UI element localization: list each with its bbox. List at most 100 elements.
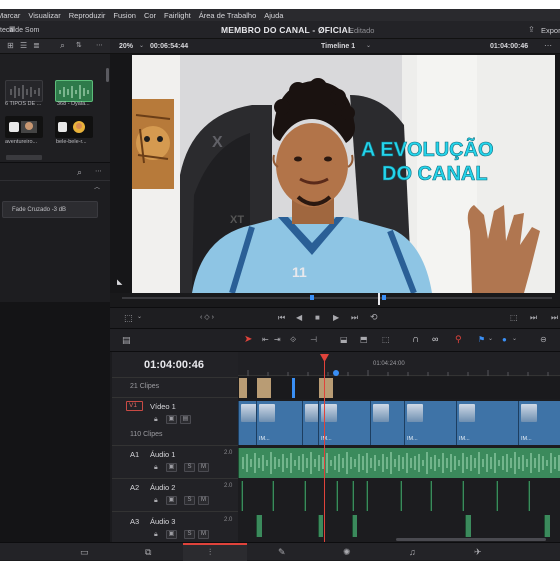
prev-edit-icon[interactable]: ⏭ [530, 314, 537, 322]
menu-item-reproduzir[interactable]: Reproduzir [69, 11, 106, 20]
overwrite-clip-icon[interactable]: ⬒ [360, 336, 368, 344]
track-name-a3[interactable]: Áudio 3 [150, 517, 175, 526]
selection-tool-icon[interactable]: ➤ [244, 335, 252, 345]
in-point-marker[interactable] [310, 295, 314, 300]
list-view-icon[interactable]: ☰ [20, 42, 27, 50]
timeline-tracks[interactable]: 01:04:24:00 [238, 352, 560, 542]
chevron-down-icon[interactable]: ⌄ [488, 336, 493, 342]
track-id-a1[interactable]: A1 [130, 450, 139, 459]
viewer-toggle-icon[interactable]: ◣ [117, 279, 122, 286]
timeline-view-options-icon[interactable]: ▤ [122, 336, 131, 345]
blade-icon[interactable]: ⊣ [310, 336, 317, 344]
lock-icon[interactable]: 🔒︎ [154, 416, 158, 423]
search-icon[interactable]: ⌕ [77, 168, 82, 177]
dynamic-trim-icon[interactable]: ⇥ [274, 336, 281, 344]
sound-library-label[interactable]: teca de Som [0, 27, 39, 34]
grid-view-icon[interactable]: ⊞ [7, 42, 14, 50]
cut-page-icon[interactable]: ⧉ [145, 548, 151, 557]
loop-icon[interactable]: ⟲ [370, 313, 378, 322]
menu-item-visualizar[interactable]: Visualizar [28, 11, 60, 20]
linked-selection-icon[interactable]: ∞ [432, 335, 438, 344]
crop-icon[interactable]: ⬚ [124, 314, 133, 323]
fairlight-page-icon[interactable]: ♫ [409, 548, 416, 557]
lock-icon[interactable]: 🔒︎ [154, 464, 158, 471]
timeline-name[interactable]: Timeline 1 [321, 43, 355, 50]
media-thumb-video[interactable] [5, 116, 43, 138]
next-edit-icon[interactable]: ⏭ [551, 314, 558, 322]
auto-select-button[interactable]: ▣ [166, 530, 177, 539]
search-icon[interactable]: ⌕ [60, 41, 65, 50]
solo-button[interactable]: S [184, 463, 195, 472]
fusion-page-icon[interactable]: ✎ [278, 548, 286, 557]
lock-icon[interactable]: 🔒︎ [154, 497, 158, 504]
track-headers: 01:04:00:46 21 Clipes V1 Vídeo 1 🔒︎ ▣ ▤ … [112, 352, 238, 542]
blade-tool-icon[interactable]: ⟐ [290, 336, 296, 344]
flag-icon[interactable]: ⚑ [478, 336, 485, 344]
media-thumb-video[interactable] [55, 116, 93, 138]
replace-clip-icon[interactable]: ⬚ [382, 336, 390, 344]
metadata-view-icon[interactable]: ≣ [33, 42, 40, 50]
go-to-end-icon[interactable]: ⏭ [351, 314, 358, 322]
lock-icon[interactable]: 🔒︎ [154, 531, 158, 538]
track-id-a3[interactable]: A3 [130, 517, 139, 526]
menu-item-cor[interactable]: Cor [144, 11, 156, 20]
zoom-out-icon[interactable]: ⊖ [540, 336, 547, 344]
media-thumb-audio-green[interactable] [55, 80, 93, 102]
scrubber-playhead[interactable] [378, 293, 380, 305]
edit-page-tab[interactable] [183, 543, 247, 561]
chevron-down-icon[interactable]: ⌄ [137, 314, 142, 320]
media-thumb-audio[interactable] [5, 80, 43, 102]
out-point-marker[interactable] [382, 295, 386, 300]
track-id-a2[interactable]: A2 [130, 483, 139, 492]
media-thumb-partial[interactable] [6, 155, 42, 160]
position-lock-icon[interactable]: ⚲ [455, 335, 462, 344]
menu-item-area-de-trabalho[interactable]: Área de Trabalho [199, 11, 257, 20]
jog-icon[interactable]: ‹ ◇ › [200, 314, 214, 321]
media-page-icon[interactable]: ▭ [80, 548, 89, 557]
match-frame-icon[interactable]: ⬚ [510, 314, 518, 322]
export-label[interactable]: Expor [541, 26, 560, 35]
trim-tool-icon[interactable]: ⇤ [262, 336, 269, 344]
track-name-v1[interactable]: Vídeo 1 [150, 402, 176, 411]
menu-item-marcar[interactable]: Marcar [0, 11, 20, 20]
mute-button[interactable]: M [198, 496, 209, 505]
stop-icon[interactable]: ■ [315, 314, 320, 322]
go-to-start-icon[interactable]: ⏮ [278, 314, 285, 322]
chevron-down-icon[interactable]: ⌄ [366, 43, 371, 49]
toggle-track-button[interactable]: ▤ [180, 415, 191, 424]
chevron-down-icon[interactable]: ⌄ [512, 336, 517, 342]
marker-icon[interactable]: ● [502, 336, 507, 344]
svg-text:11: 11 [292, 264, 307, 280]
collapse-icon[interactable]: ︿ [94, 185, 100, 191]
options-icon[interactable]: ⋯ [95, 168, 102, 175]
media-pool-scrollbar[interactable] [106, 68, 109, 82]
mute-button[interactable]: M [198, 463, 209, 472]
deliver-page-icon[interactable]: ✈ [474, 548, 482, 557]
edit-page-icon[interactable]: ⫶ [209, 548, 211, 557]
menu-item-fairlight[interactable]: Fairlight [164, 11, 191, 20]
chevron-down-icon[interactable]: ⌄ [139, 43, 144, 49]
solo-button[interactable]: S [184, 530, 195, 539]
menu-item-fusion[interactable]: Fusion [113, 11, 136, 20]
color-page-icon[interactable]: ✺ [343, 548, 351, 557]
play-reverse-icon[interactable]: ◀ [296, 314, 302, 322]
source-timecode: 00:06:54:44 [150, 43, 189, 50]
insert-clip-icon[interactable]: ⬓ [340, 336, 348, 344]
export-icon[interactable]: ⇪ [528, 26, 535, 34]
viewer-scrubber[interactable] [110, 293, 560, 307]
mute-button[interactable]: M [198, 530, 209, 539]
options-icon[interactable]: ⋯ [544, 42, 552, 50]
zoom-level[interactable]: 20% [119, 43, 133, 50]
track-name-a1[interactable]: Áudio 1 [150, 450, 175, 459]
auto-select-button[interactable]: ▣ [166, 496, 177, 505]
options-icon[interactable]: ⋯ [96, 42, 103, 49]
auto-select-button[interactable]: ▣ [166, 415, 177, 424]
play-icon[interactable]: ▶ [333, 314, 339, 322]
solo-button[interactable]: S [184, 496, 195, 505]
auto-select-button[interactable]: ▣ [166, 463, 177, 472]
snapping-icon[interactable]: ∩ [412, 335, 419, 345]
effects-panel: ⌕ ⋯ ︿ Fade Cruzado -3 dB [0, 162, 110, 302]
sort-icon[interactable]: ⇅ [76, 42, 82, 49]
track-name-a2[interactable]: Áudio 2 [150, 483, 175, 492]
menu-item-ajuda[interactable]: Ajuda [264, 11, 283, 20]
